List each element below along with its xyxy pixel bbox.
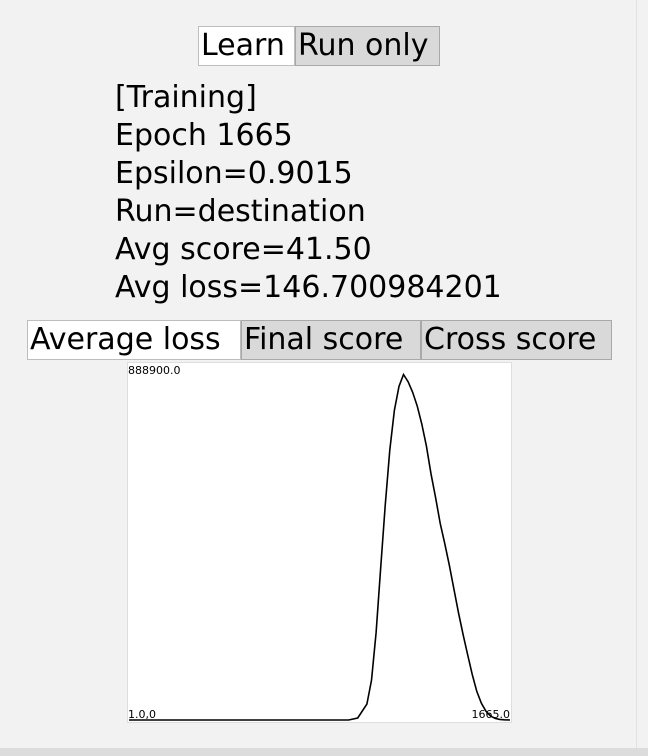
avg-loss-label: Avg loss=146.700984201 — [115, 270, 502, 305]
horizontal-scrollbar[interactable] — [0, 748, 648, 756]
learn-button[interactable]: Learn — [198, 26, 295, 66]
x-min-label: 1.0,0 — [128, 708, 156, 721]
series-line — [129, 372, 511, 721]
epoch-label: Epoch 1665 — [115, 118, 293, 153]
run-label: Run=destination — [115, 194, 366, 229]
run-only-button[interactable]: Run only — [295, 26, 440, 66]
avg-score-label: Avg score=41.50 — [115, 232, 372, 267]
y-max-label: 888900.0 — [128, 364, 181, 377]
tab-final-score[interactable]: Final score — [241, 320, 421, 360]
window-edge — [636, 0, 637, 748]
tab-cross-score[interactable]: Cross score — [421, 320, 612, 360]
chart-canvas — [129, 372, 511, 721]
x-max-label: 1665.0 — [471, 708, 511, 721]
loss-chart: 888900.0 1.0,0 1665.0 — [127, 362, 512, 723]
tab-average-loss[interactable]: Average loss — [27, 320, 241, 360]
state-label: [Training] — [115, 80, 257, 115]
epsilon-label: Epsilon=0.9015 — [115, 156, 353, 191]
training-status-panel: [Training] Epoch 1665 Epsilon=0.9015 Run… — [115, 79, 502, 307]
